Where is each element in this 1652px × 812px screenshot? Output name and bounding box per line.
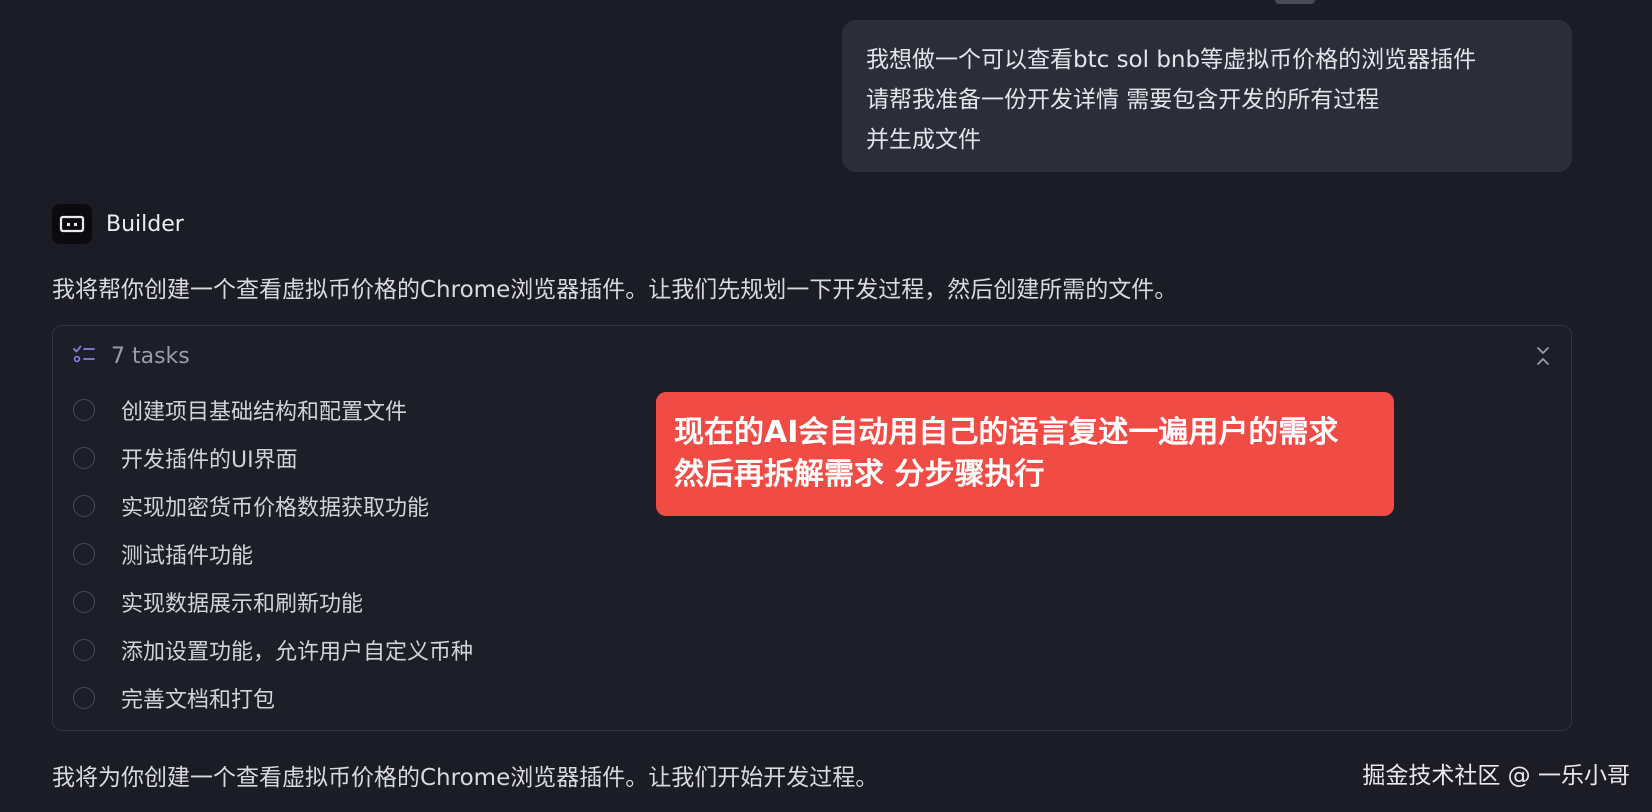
assistant-closing-text: 我将为你创建一个查看虚拟币价格的Chrome浏览器插件。让我们开始开发过程。 <box>52 765 879 791</box>
task-list-icon <box>73 344 95 368</box>
annotation-callout: 现在的AI会自动用自己的语言复述一遍用户的需求 然后再拆解需求 分步骤执行 <box>656 392 1394 516</box>
builder-bot-icon <box>52 204 92 244</box>
task-list: 创建项目基础结构和配置文件 开发插件的UI界面 实现加密货币价格数据获取功能 测… <box>73 386 473 722</box>
task-label: 实现数据展示和刷新功能 <box>121 592 364 617</box>
task-checkbox[interactable] <box>73 543 95 565</box>
assistant-header: Builder <box>52 204 184 244</box>
task-item: 实现数据展示和刷新功能 <box>73 578 473 626</box>
collapse-icon[interactable] <box>1531 344 1555 368</box>
assistant-name: Builder <box>106 211 184 237</box>
task-checkbox[interactable] <box>73 639 95 661</box>
task-checkbox[interactable] <box>73 399 95 421</box>
watermark: 掘金技术社区 @ 一乐小哥 <box>1362 763 1630 789</box>
task-label: 测试插件功能 <box>121 544 254 569</box>
task-item: 添加设置功能，允许用户自定义币种 <box>73 626 473 674</box>
task-label: 完善文档和打包 <box>121 688 276 713</box>
task-item: 开发插件的UI界面 <box>73 434 473 482</box>
task-item: 实现加密货币价格数据获取功能 <box>73 482 473 530</box>
task-checkbox[interactable] <box>73 591 95 613</box>
task-label: 开发插件的UI界面 <box>121 448 298 473</box>
task-checkbox[interactable] <box>73 447 95 469</box>
annotation-line: 现在的AI会自动用自己的语言复述一遍用户的需求 <box>674 415 1339 450</box>
assistant-intro-text: 我将帮你创建一个查看虚拟币价格的Chrome浏览器插件。让我们先规划一下开发过程… <box>52 277 1178 303</box>
user-message-line: 并生成文件 <box>866 127 981 153</box>
tasks-count: 7 tasks <box>111 343 190 369</box>
scroll-indicator <box>1275 0 1315 4</box>
user-message-line: 请帮我准备一份开发详情 需要包含开发的所有过程 <box>866 87 1380 113</box>
task-item: 测试插件功能 <box>73 530 473 578</box>
task-label: 实现加密货币价格数据获取功能 <box>121 496 430 521</box>
user-message-line: 我想做一个可以查看btc sol bnb等虚拟币价格的浏览器插件 <box>866 47 1477 73</box>
task-checkbox[interactable] <box>73 495 95 517</box>
user-message-bubble: 我想做一个可以查看btc sol bnb等虚拟币价格的浏览器插件 请帮我准备一份… <box>842 20 1572 172</box>
annotation-line: 然后再拆解需求 分步骤执行 <box>674 457 1045 492</box>
tasks-header: 7 tasks <box>73 338 190 374</box>
chat-view: 我想做一个可以查看btc sol bnb等虚拟币价格的浏览器插件 请帮我准备一份… <box>0 0 1652 812</box>
task-item: 完善文档和打包 <box>73 674 473 722</box>
task-checkbox[interactable] <box>73 687 95 709</box>
tasks-panel: 7 tasks 创建项目基础结构和配置文件 开发插件的UI界面 实现加密货币价格… <box>52 325 1572 731</box>
task-item: 创建项目基础结构和配置文件 <box>73 386 473 434</box>
task-label: 创建项目基础结构和配置文件 <box>121 400 408 425</box>
task-label: 添加设置功能，允许用户自定义币种 <box>121 640 474 665</box>
